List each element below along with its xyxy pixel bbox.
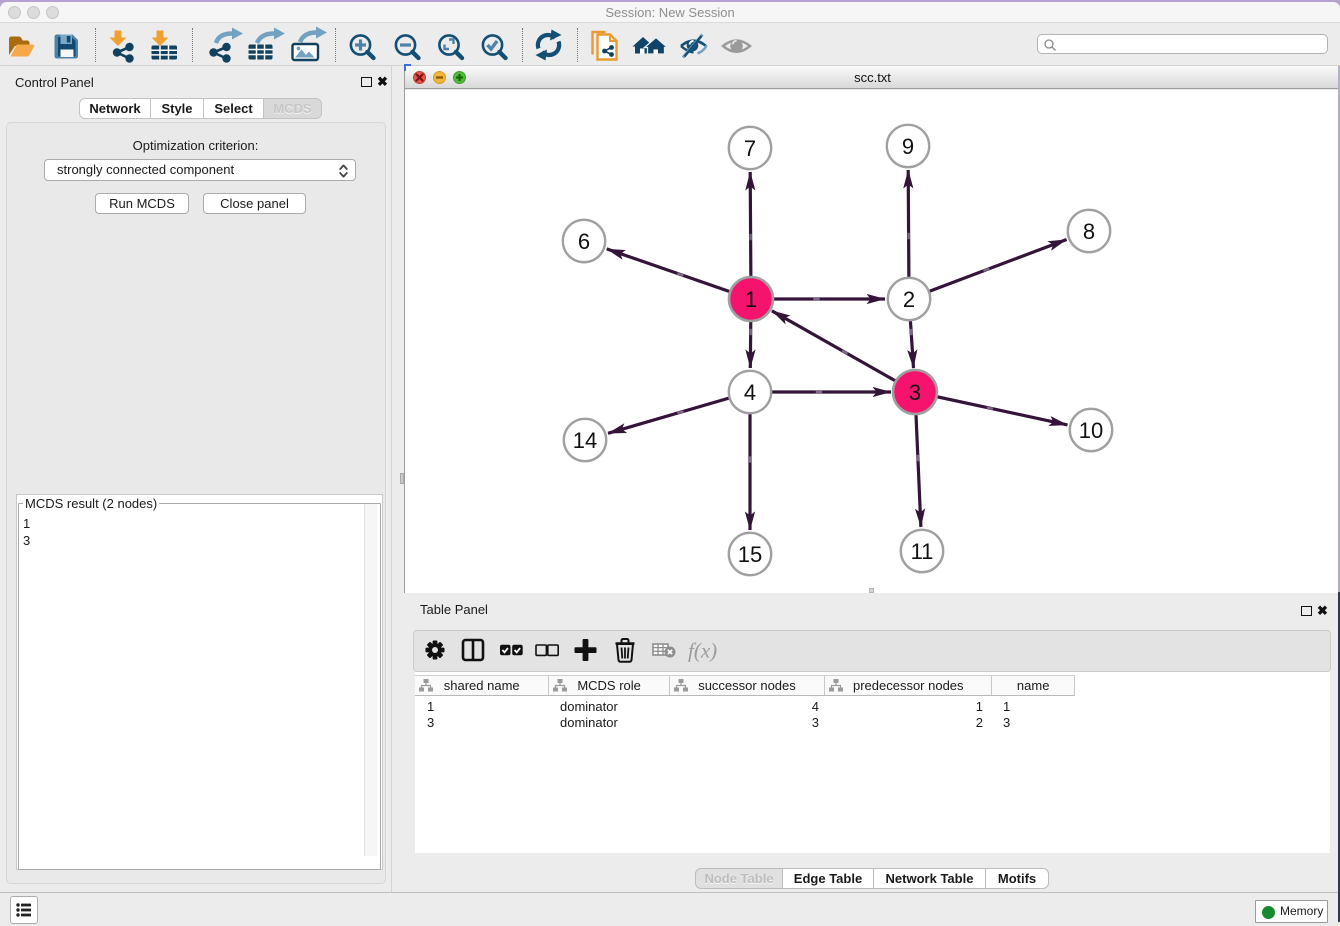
- svg-text:15: 15: [738, 542, 762, 567]
- svg-text:8: 8: [1083, 219, 1095, 244]
- svg-text:1: 1: [745, 287, 757, 312]
- svg-text:f(x): f(x): [688, 639, 717, 663]
- svg-text:6: 6: [578, 229, 590, 254]
- svg-text:9: 9: [902, 134, 914, 159]
- svg-text:2: 2: [903, 287, 915, 312]
- svg-text:7: 7: [744, 136, 756, 161]
- svg-text:4: 4: [744, 380, 756, 405]
- svg-text:3: 3: [909, 380, 921, 405]
- svg-text:11: 11: [911, 539, 934, 564]
- svg-text:10: 10: [1079, 418, 1103, 443]
- svg-text:14: 14: [573, 428, 597, 453]
